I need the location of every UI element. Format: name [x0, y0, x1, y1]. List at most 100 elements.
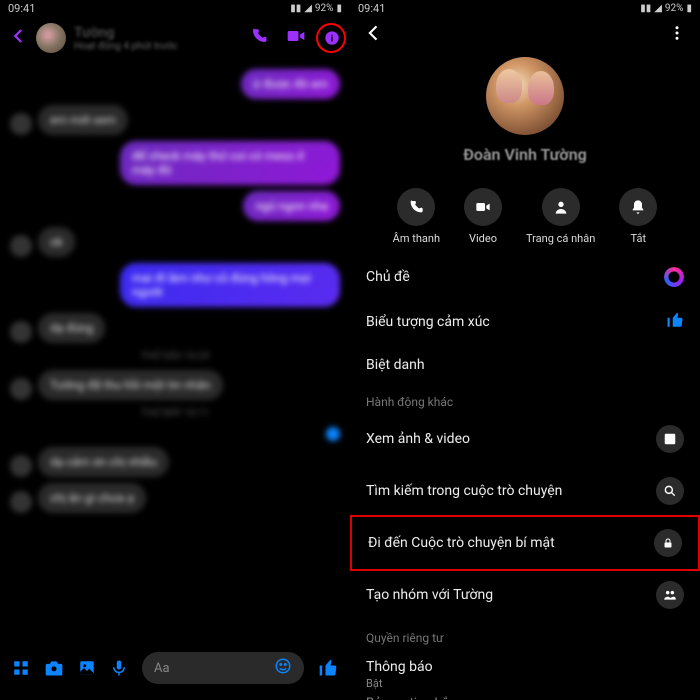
avatar — [10, 321, 32, 343]
timestamp: THỨ BẢY 10:11 — [10, 408, 340, 419]
phone-icon — [397, 188, 435, 226]
lock-icon — [654, 529, 682, 557]
media-icon — [656, 425, 684, 453]
search-icon — [656, 477, 684, 505]
message-received[interactable]: chị ăn gì chưa ạ — [38, 483, 146, 513]
message-row: để check máy thử coi có mess ở máy đó — [10, 141, 340, 185]
message-sent[interactable]: ngủ ngon nha — [243, 191, 340, 221]
avatar[interactable] — [486, 57, 564, 135]
avatar[interactable] — [36, 23, 66, 53]
message-received[interactable]: dạ đúng — [38, 313, 105, 343]
composer: Aa — [0, 642, 350, 700]
chat-header: Tường Hoạt động 4 phút trước i — [0, 17, 350, 63]
menu-notifications[interactable]: Thông báo Bật — [350, 649, 700, 692]
message-row: chị ăn gì chưa ạ — [10, 483, 340, 513]
avatar — [10, 455, 32, 477]
avatar — [10, 235, 32, 257]
message-placeholder: Aa — [154, 661, 170, 676]
apps-icon[interactable] — [12, 659, 30, 677]
message-row: dạ cảm ơn chị nhiều — [10, 447, 340, 477]
battery-text: 92% — [665, 3, 684, 14]
menu-label: Xem ảnh & video — [366, 431, 470, 447]
battery-text: 92% — [315, 3, 334, 14]
menu-emoji[interactable]: Biểu tượng cảm xúc — [350, 299, 700, 345]
message-received[interactable]: em mới xem — [38, 105, 128, 135]
message-received[interactable]: dạ cảm ơn chị nhiều — [38, 447, 169, 477]
chat-body[interactable]: ừ được đó em em mới xem để check máy thử c… — [0, 63, 350, 623]
battery-icon: ▮ — [686, 3, 692, 14]
menu-label: Tạo nhóm với Tường — [366, 587, 493, 603]
detail-menu: Chủ đề Biểu tượng cảm xúc Biệt danh Hành… — [350, 255, 700, 700]
back-icon[interactable] — [10, 27, 28, 49]
profile-name: Đoàn Vinh Tường — [463, 145, 587, 164]
call-icon[interactable] — [250, 27, 268, 49]
highlight-ring — [316, 23, 346, 53]
person-icon — [542, 188, 580, 226]
message-row: ok — [10, 227, 340, 257]
avatar — [10, 491, 32, 513]
action-label: Video — [469, 232, 497, 245]
message-sent[interactable]: để check máy thử coi có mess ở máy đó — [120, 141, 340, 185]
menu-search[interactable]: Tìm kiếm trong cuộc trò chuyện — [350, 465, 700, 517]
status-bar-right: 09:41 ▮▮ ◢ 92% ▮ — [350, 0, 700, 17]
menu-secret-conversation[interactable]: Đi đến Cuộc trò chuyện bí mật — [350, 515, 700, 571]
action-video[interactable]: Video — [464, 188, 502, 245]
message-received[interactable]: ok — [38, 227, 75, 257]
mic-icon[interactable] — [110, 659, 128, 677]
wifi-icon: ◢ — [304, 3, 312, 14]
battery-icon: ▮ — [336, 3, 342, 14]
menu-label: Biệt danh — [366, 357, 425, 373]
message-sent[interactable]: ừ được đó em — [241, 69, 340, 99]
message-sent[interactable]: mai đi làm như cũ đúng hông mọi người — [120, 263, 340, 307]
menu-create-group[interactable]: Tạo nhóm với Tường — [350, 569, 700, 621]
menu-theme[interactable]: Chủ đề — [350, 255, 700, 299]
menu-nickname[interactable]: Biệt danh — [350, 345, 700, 385]
message-row: em mới xem — [10, 105, 340, 135]
message-row: ừ được đó em — [10, 69, 340, 99]
message-row: Tường đã thu hồi một tin nhắn — [10, 370, 340, 400]
action-profile[interactable]: Trang cá nhân — [526, 188, 595, 245]
message-row: dạ đúng — [10, 313, 340, 343]
video-icon — [464, 188, 502, 226]
reaction-like — [10, 427, 340, 441]
menu-label: Chủ đề — [366, 269, 410, 285]
chat-pane: 09:41 ▮▮ ◢ 92% ▮ Tường Hoạt động 4 phút … — [0, 0, 350, 700]
message-row: mai đi làm như cũ đúng hông mọi người — [10, 263, 340, 307]
section-privacy: Quyền riêng tư — [350, 621, 700, 649]
status-time: 09:41 — [358, 2, 385, 15]
menu-label: Thông báo — [366, 659, 433, 675]
action-label: Tắt — [631, 232, 647, 245]
wifi-icon: ◢ — [654, 3, 662, 14]
menu-media[interactable]: Xem ảnh & video — [350, 413, 700, 465]
gallery-icon[interactable] — [78, 659, 96, 677]
status-bar-left: 09:41 ▮▮ ◢ 92% ▮ — [0, 0, 350, 17]
detail-header — [350, 17, 700, 51]
avatar — [10, 113, 32, 135]
contact-name: Tường — [74, 25, 242, 41]
group-icon — [656, 581, 684, 609]
signal-icon: ▮▮ — [290, 3, 301, 14]
emoji-face-icon[interactable] — [274, 657, 292, 679]
back-icon[interactable] — [364, 23, 384, 47]
message-input[interactable]: Aa — [142, 652, 304, 684]
timestamp: THỨ SÁU 16:24 — [10, 351, 340, 362]
menu-ignore[interactable]: Bỏ qua tin nhắn — [350, 692, 700, 700]
avatar — [10, 378, 32, 400]
action-label: Trang cá nhân — [526, 232, 595, 245]
profile-block: Đoàn Vinh Tường — [350, 51, 700, 174]
theme-ring-icon — [664, 267, 684, 287]
menu-label: Đi đến Cuộc trò chuyện bí mật — [368, 535, 555, 551]
menu-label: Biểu tượng cảm xúc — [366, 314, 490, 330]
camera-icon[interactable] — [44, 658, 64, 678]
message-received[interactable]: Tường đã thu hồi một tin nhắn — [38, 370, 223, 400]
video-call-icon[interactable] — [286, 26, 306, 50]
like-icon[interactable] — [318, 658, 338, 678]
section-more-actions: Hành động khác — [350, 385, 700, 413]
action-audio[interactable]: Âm thanh — [393, 188, 440, 245]
info-icon[interactable]: i — [324, 30, 340, 46]
more-icon[interactable] — [668, 24, 686, 46]
chat-title[interactable]: Tường Hoạt động 4 phút trước — [74, 25, 242, 52]
action-mute[interactable]: Tắt — [619, 188, 657, 245]
bell-icon — [619, 188, 657, 226]
menu-label: Tìm kiếm trong cuộc trò chuyện — [366, 483, 562, 499]
